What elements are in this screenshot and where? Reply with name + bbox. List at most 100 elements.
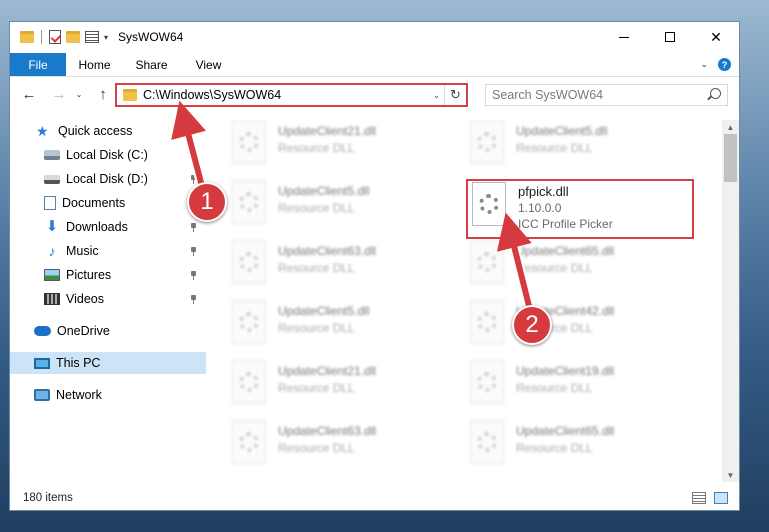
sidebar-item-network[interactable]: Network [10, 384, 206, 406]
gear-icon [239, 252, 259, 272]
step-1-badge: 1 [187, 182, 227, 222]
tab-share[interactable]: Share [123, 53, 180, 76]
pin-icon[interactable] [190, 222, 198, 232]
tiles-view-icon[interactable] [714, 492, 728, 504]
sidebar-item-videos[interactable]: Videos [10, 288, 206, 310]
gear-icon [239, 192, 259, 212]
file-description: Resource DLL [278, 201, 355, 215]
tab-file[interactable]: File [10, 53, 66, 76]
up-button[interactable]: ↑ [94, 85, 112, 103]
cloud-icon [34, 326, 51, 336]
details-view-icon[interactable] [692, 492, 706, 504]
scroll-up-icon[interactable]: ▲ [722, 120, 739, 134]
sidebar-item-downloads[interactable]: ⬇ Downloads [10, 216, 206, 238]
customize-toolbar-dropdown-icon[interactable]: ▾ [104, 33, 108, 42]
sidebar-item-local-disk-c[interactable]: Local Disk (C:) [10, 144, 206, 166]
network-icon [34, 389, 50, 401]
address-path[interactable]: C:\Windows\SysWOW64 [143, 88, 281, 102]
dll-file-icon [232, 120, 266, 164]
pictures-icon [44, 269, 60, 281]
refresh-button[interactable]: ↻ [444, 85, 466, 105]
sidebar-item-local-disk-d[interactable]: Local Disk (D:) [10, 168, 206, 190]
file-item[interactable]: UpdateClient63.dll Resource DLL [232, 240, 452, 290]
search-placeholder: Search SysWOW64 [492, 88, 604, 102]
sidebar-item-onedrive[interactable]: OneDrive [10, 320, 206, 342]
file-name: UpdateClient5.dll [278, 184, 370, 198]
vertical-scrollbar[interactable]: ▲ ▼ [722, 120, 739, 482]
close-button[interactable]: ✕ [693, 22, 739, 52]
maximize-button[interactable] [647, 22, 693, 52]
sidebar-item-this-pc[interactable]: This PC [10, 352, 206, 374]
forward-arrow-icon: → [51, 85, 67, 103]
search-icon[interactable] [710, 88, 721, 99]
tab-view[interactable]: View [180, 53, 237, 76]
file-meta: UpdateClient21.dll Resource DLL [278, 364, 376, 395]
tab-home[interactable]: Home [66, 53, 123, 76]
address-bar[interactable]: C:\Windows\SysWOW64 ⌄ ↻ [115, 83, 468, 107]
file-item[interactable]: UpdateClient63.dll Resource DLL [232, 420, 452, 470]
customize-view-icon[interactable] [85, 31, 99, 43]
back-button[interactable]: ← [20, 85, 38, 103]
dll-file-icon [470, 300, 504, 344]
maximize-icon [665, 32, 675, 42]
dll-file-icon [470, 240, 504, 284]
quick-access-toolbar: ▾ [10, 30, 108, 44]
sidebar-item-label: Downloads [66, 220, 128, 234]
sidebar-item-label: Music [66, 244, 99, 258]
file-name: UpdateClient21.dll [278, 124, 377, 138]
file-item[interactable]: UpdateClient5.dll Resource DLL [232, 180, 452, 230]
sidebar-item-pictures[interactable]: Pictures [10, 264, 206, 286]
file-name: UpdateClient65.dll [516, 244, 615, 258]
dll-file-icon [470, 120, 504, 164]
forward-button[interactable]: → [50, 85, 68, 103]
file-name: UpdateClient21.dll [278, 364, 377, 378]
sidebar-item-label: Documents [62, 196, 126, 210]
file-item[interactable]: UpdateClient21.dll Resource DLL [232, 360, 452, 410]
help-icon[interactable]: ? [718, 58, 731, 71]
file-item[interactable]: UpdateClient65.dll Resource DLL [470, 240, 690, 290]
new-folder-icon[interactable] [66, 31, 80, 43]
sidebar-item-label: This PC [56, 356, 101, 370]
recent-locations-button[interactable]: ⌄ [70, 85, 88, 103]
file-meta: UpdateClient19.dll Resource DLL [516, 364, 614, 395]
drive-icon [44, 150, 60, 160]
file-description: Resource DLL [278, 441, 355, 455]
refresh-icon: ↻ [450, 87, 461, 102]
sidebar-item-label: Local Disk (D:) [66, 172, 148, 186]
file-item[interactable]: UpdateClient5.dll Resource DLL [232, 300, 452, 350]
sidebar-item-documents[interactable]: Documents [10, 192, 206, 214]
file-item[interactable]: UpdateClient65.dll Resource DLL [470, 420, 690, 470]
file-name: UpdateClient63.dll [278, 424, 377, 438]
file-meta: UpdateClient5.dll Resource DLL [516, 124, 607, 155]
sidebar-item-music[interactable]: ♪ Music [10, 240, 206, 262]
minimize-button[interactable] [601, 22, 647, 52]
file-item[interactable]: UpdateClient21.dll Resource DLL [232, 120, 452, 170]
file-item[interactable]: UpdateClient19.dll Resource DLL [470, 360, 690, 410]
pin-icon[interactable] [190, 174, 198, 184]
sidebar-item-quick-access[interactable]: ★ Quick access [10, 120, 206, 142]
toolbar-divider [41, 30, 42, 44]
ribbon-right-controls: ⌄ ? [700, 53, 739, 76]
dll-file-icon [470, 420, 504, 464]
file-meta: UpdateClient65.dll Resource DLL [516, 424, 614, 455]
expand-ribbon-icon[interactable]: ⌄ [700, 59, 708, 70]
computer-icon [34, 357, 50, 369]
file-meta: UpdateClient5.dll Resource DLL [278, 184, 369, 215]
search-input[interactable]: Search SysWOW64 [485, 84, 728, 106]
file-item[interactable]: UpdateClient42.dll Resource DLL [470, 300, 690, 350]
scroll-down-icon[interactable]: ▼ [722, 468, 739, 482]
pin-icon[interactable] [190, 270, 198, 280]
pin-icon[interactable] [190, 150, 198, 160]
gear-icon [477, 132, 497, 152]
pin-icon[interactable] [190, 294, 198, 304]
scrollbar-thumb[interactable] [724, 134, 737, 182]
gear-icon [477, 432, 497, 452]
pin-icon[interactable] [190, 246, 198, 256]
file-item[interactable]: UpdateClient5.dll Resource DLL [470, 120, 690, 170]
properties-check-icon[interactable] [49, 30, 61, 44]
file-meta: UpdateClient5.dll Resource DLL [278, 304, 369, 335]
back-arrow-icon: ← [21, 85, 37, 103]
file-name: UpdateClient19.dll [516, 364, 615, 378]
star-icon: ★ [36, 123, 49, 139]
address-dropdown-icon[interactable]: ⌄ [433, 91, 440, 100]
